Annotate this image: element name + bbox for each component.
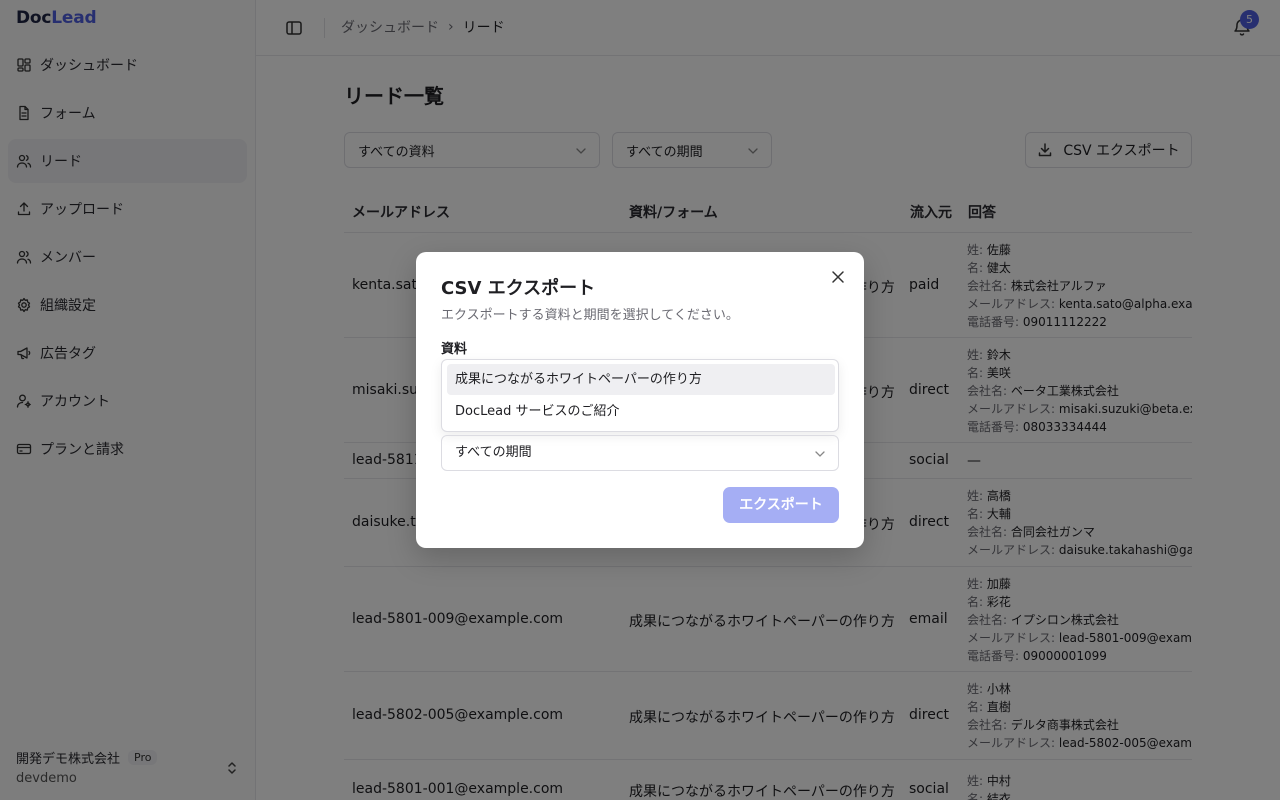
csv-export-dialog: CSV エクスポート エクスポートする資料と期間を選択してください。 資料 成果…: [416, 252, 864, 548]
dialog-title: CSV エクスポート: [441, 278, 596, 299]
material-option[interactable]: DocLead サービスのご紹介: [447, 396, 835, 427]
dialog-description: エクスポートする資料と期間を選択してください。: [441, 308, 739, 323]
material-label: 資料: [441, 342, 468, 357]
material-option[interactable]: 成果につながるホワイトペーパーの作り方: [447, 364, 835, 395]
material-dropdown-list: 成果につながるホワイトペーパーの作り方 DocLead サービスのご紹介: [441, 359, 839, 432]
chevron-down-icon: [815, 451, 825, 457]
export-button[interactable]: エクスポート: [723, 487, 839, 523]
close-icon[interactable]: [831, 270, 845, 284]
period-select[interactable]: すべての期間: [441, 435, 839, 471]
